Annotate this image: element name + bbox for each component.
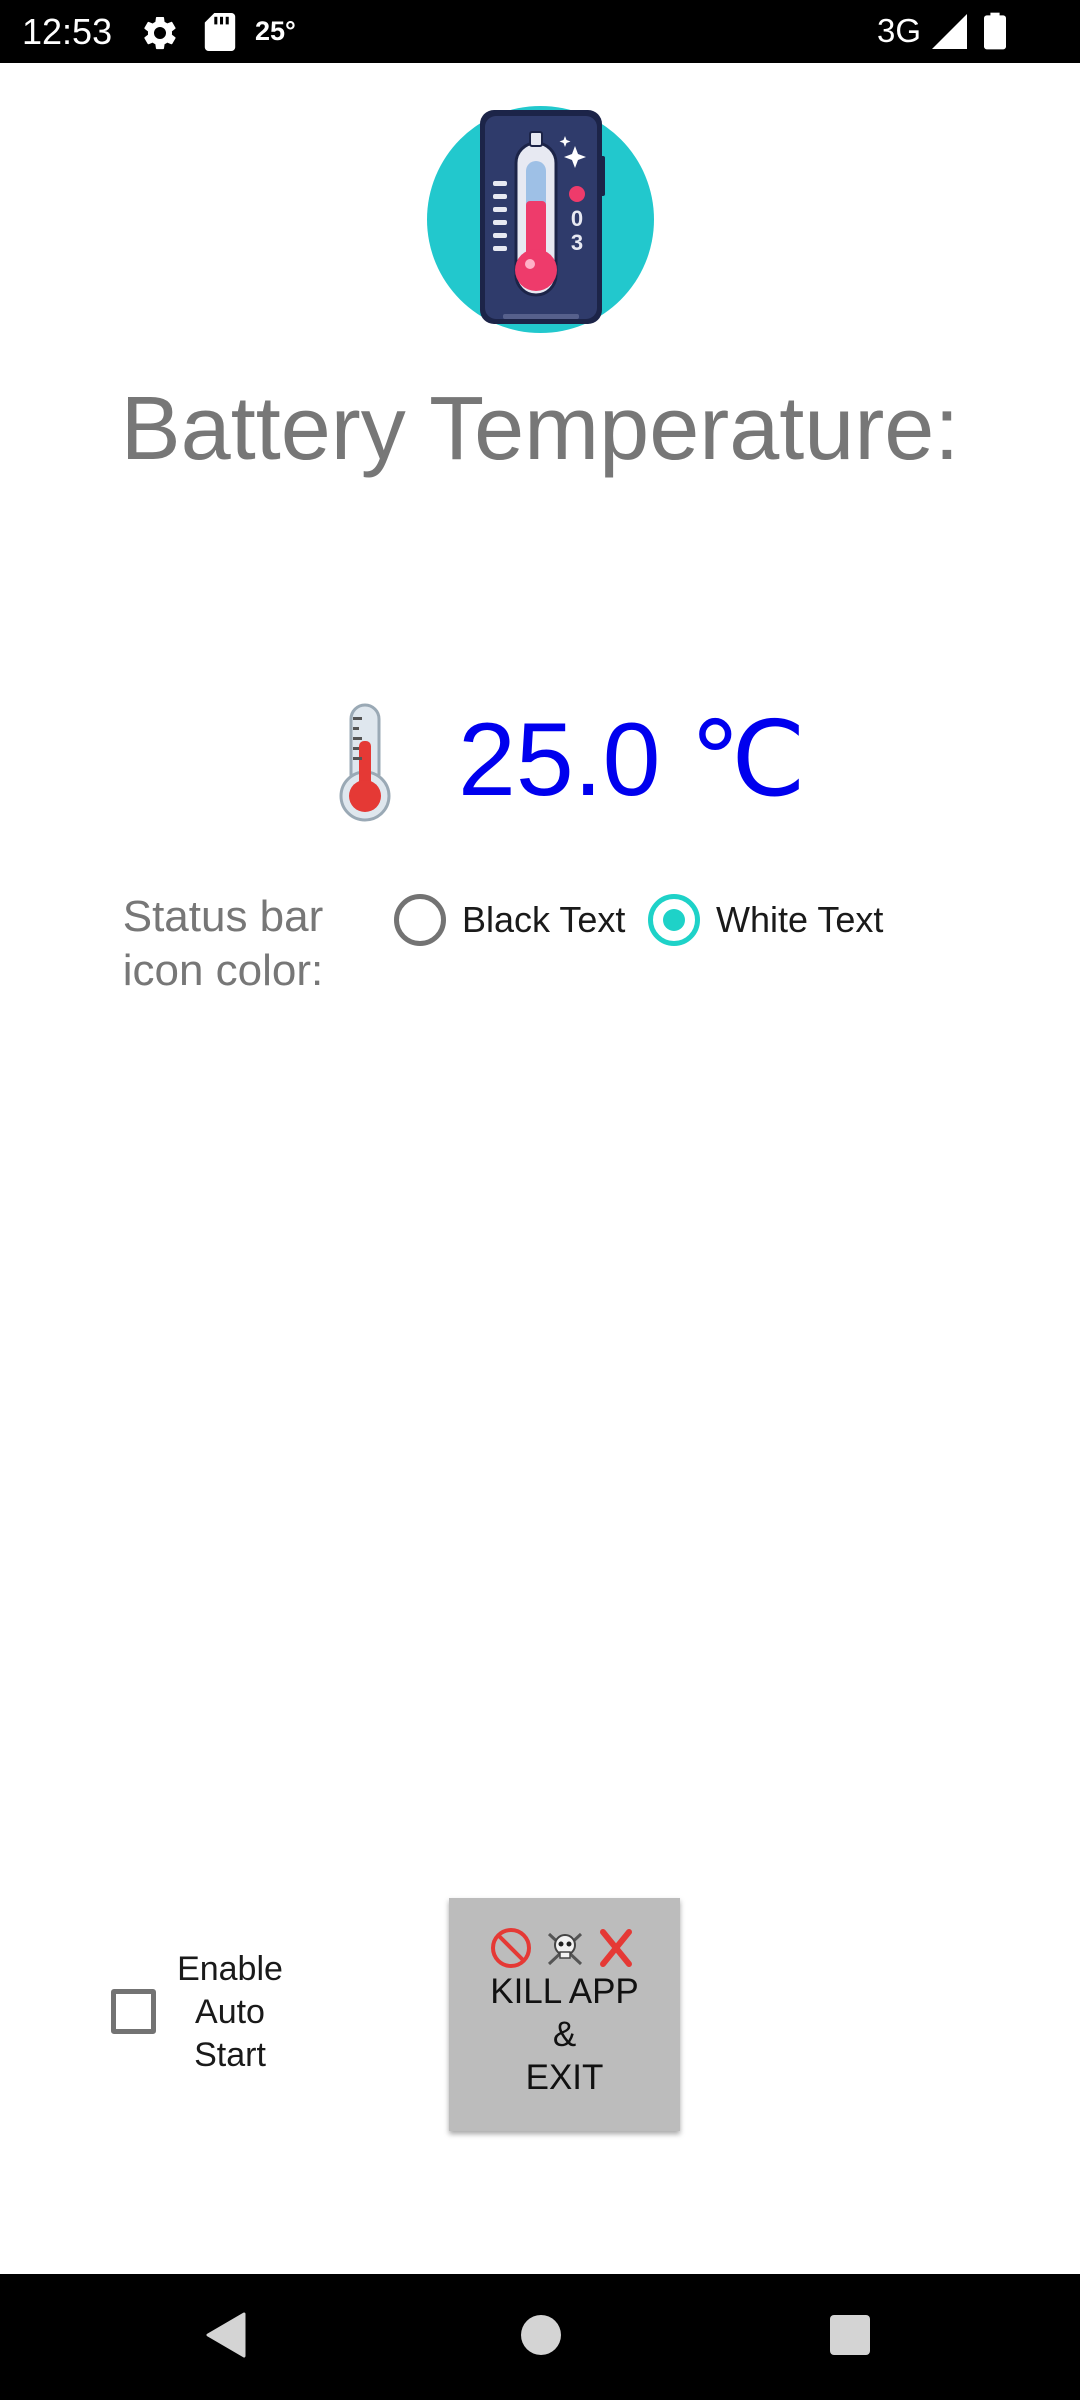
page-title: Battery Temperature: xyxy=(120,379,960,479)
auto-start-checkbox[interactable] xyxy=(111,1989,156,2034)
sd-card-icon xyxy=(204,13,236,51)
cross-mark-icon xyxy=(600,1929,632,1967)
no-entry-icon xyxy=(491,1928,531,1968)
gear-icon xyxy=(144,16,176,50)
nav-bar xyxy=(0,2274,1080,2400)
skull-crossbones-icon xyxy=(547,1932,583,1966)
radio-white-text[interactable] xyxy=(648,894,700,946)
radio-black-text-label[interactable]: Black Text xyxy=(462,898,625,942)
network-type: 3G xyxy=(877,12,922,49)
temperature-value: 25.0 ℃ xyxy=(458,702,807,818)
status-bar: 12:53 25° 3G xyxy=(0,0,1080,63)
radio-white-text-label[interactable]: White Text xyxy=(716,898,883,942)
kill-app-button[interactable]: KILL APP & EXIT xyxy=(449,1898,680,2131)
auto-start-label[interactable]: Enable Auto Start xyxy=(160,1948,300,2077)
status-time: 12:53 xyxy=(22,11,113,52)
kill-app-label: KILL APP & EXIT xyxy=(490,1972,639,2097)
radio-black-text[interactable] xyxy=(394,894,446,946)
status-bar-color-label: Status bar icon color: xyxy=(122,892,324,995)
recents-icon[interactable] xyxy=(830,2315,870,2355)
home-icon[interactable] xyxy=(521,2315,561,2355)
status-temp: 25° xyxy=(255,16,296,46)
back-icon[interactable] xyxy=(204,2312,246,2358)
temperature-display: 25.0 ℃ xyxy=(330,695,930,825)
thermometer-icon xyxy=(339,703,391,822)
kill-button-icons xyxy=(491,1928,632,1968)
battery-thermometer-logo: 0 3 xyxy=(427,106,654,333)
svg-text:0: 0 xyxy=(571,206,583,231)
svg-text:3: 3 xyxy=(571,230,583,255)
battery-icon xyxy=(984,12,1006,50)
signal-icon xyxy=(932,14,967,49)
